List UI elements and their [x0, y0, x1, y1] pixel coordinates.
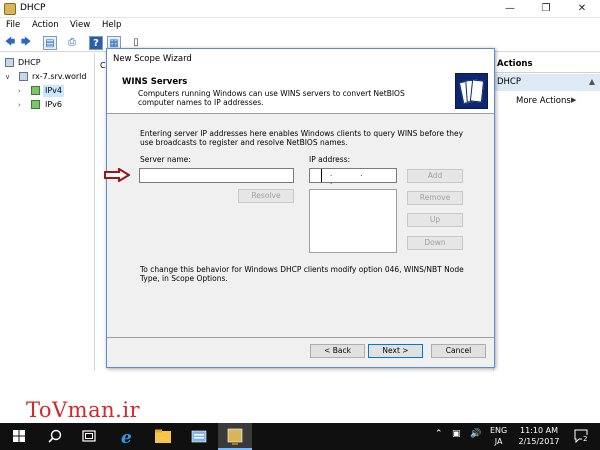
- menu-file[interactable]: File: [6, 20, 20, 30]
- wins-server-list[interactable]: [309, 189, 397, 253]
- ip-address-input[interactable]: . . .: [309, 168, 397, 186]
- back-arrow-icon[interactable]: 🡄: [3, 36, 17, 50]
- actions-section-dhcp[interactable]: DHCP ▲: [494, 74, 600, 91]
- network-icon[interactable]: ▣: [452, 429, 461, 439]
- ipv4-icon: [31, 86, 40, 95]
- wizard-header: WINS Servers Computers running Windows c…: [107, 70, 494, 114]
- text-cursor: [321, 169, 322, 182]
- cancel-button[interactable]: Cancel: [431, 344, 486, 358]
- internet-explorer-icon: e: [121, 428, 132, 448]
- server-manager-icon: [191, 430, 207, 443]
- input-method-indicator[interactable]: ENG JA: [490, 425, 507, 447]
- server-name-input[interactable]: [139, 168, 294, 183]
- server-name-label: Server name:: [140, 155, 191, 164]
- wizard-separator: [107, 337, 494, 338]
- chevron-right-icon[interactable]: ›: [18, 85, 26, 97]
- taskbar-dhcp[interactable]: [218, 423, 252, 450]
- up-button[interactable]: Up: [407, 213, 463, 227]
- start-button[interactable]: [2, 423, 36, 450]
- actions-header: Actions: [494, 55, 600, 73]
- window-title: DHCP: [20, 3, 46, 13]
- show-hidden-icons-icon[interactable]: ⌃: [435, 429, 443, 439]
- wizard-logo-icon: [455, 73, 488, 109]
- back-button[interactable]: < Back: [310, 344, 365, 358]
- console-tree: DHCP ∨ rx-7.srv.world › IPv4 › IPv6: [0, 53, 95, 371]
- menu-view[interactable]: View: [70, 20, 90, 30]
- server-icon: [19, 72, 28, 81]
- wizard-title: New Scope Wizard: [113, 54, 192, 64]
- details-header: C: [100, 61, 106, 70]
- dhcp-taskbar-icon: [227, 428, 243, 445]
- close-button[interactable]: ✕: [564, 0, 600, 18]
- next-button[interactable]: Next >: [368, 344, 423, 358]
- red-arrow-annotation-icon: [104, 168, 130, 182]
- console-tree-icon[interactable]: ▤: [43, 36, 57, 50]
- task-view-icon: [82, 430, 96, 442]
- wizard-note: To change this behavior for Windows DHCP…: [140, 265, 464, 283]
- ip-address-label: IP address:: [309, 155, 351, 164]
- new-scope-wizard: New Scope Wizard WINS Servers Computers …: [106, 48, 495, 368]
- help-icon[interactable]: ?: [89, 36, 103, 50]
- remove-button[interactable]: Remove: [407, 191, 463, 205]
- ipv6-icon: [31, 100, 40, 109]
- down-button[interactable]: Down: [407, 236, 463, 250]
- wizard-subheading: Computers running Windows can use WINS s…: [138, 89, 405, 107]
- maximize-button[interactable]: ❐: [528, 0, 564, 18]
- wizard-title-bar: New Scope Wizard: [107, 49, 494, 70]
- dhcp-icon: [5, 58, 14, 67]
- taskbar-server-manager[interactable]: [182, 423, 216, 450]
- menu-help[interactable]: Help: [102, 20, 121, 30]
- volume-icon[interactable]: 🔊: [470, 429, 481, 439]
- actions-pane: Actions DHCP ▲ More Actions ▶: [493, 55, 600, 371]
- wizard-intro: Entering server IP addresses here enable…: [140, 129, 464, 147]
- folder-icon: [155, 429, 171, 443]
- search-icon: [48, 429, 62, 443]
- chevron-down-icon[interactable]: ∨: [5, 71, 13, 83]
- taskbar: e ⌃ ▣ 🔊 ENG JA 11:10 AM 2/15/2017 2: [0, 423, 600, 450]
- system-clock[interactable]: 11:10 AM 2/15/2017: [514, 425, 564, 447]
- notification-count: 2: [582, 435, 589, 443]
- resolve-button[interactable]: Resolve: [238, 189, 294, 203]
- taskbar-file-explorer[interactable]: [146, 423, 180, 450]
- windows-logo-icon: [13, 430, 25, 442]
- action-center-button[interactable]: 2: [574, 429, 589, 444]
- dhcp-app-icon: [4, 3, 16, 15]
- forward-arrow-icon[interactable]: 🡆: [19, 36, 33, 50]
- more-actions-item[interactable]: More Actions ▶: [516, 96, 576, 106]
- title-bar: DHCP — ❐ ✕: [0, 0, 600, 18]
- submenu-arrow-icon: ▶: [571, 96, 577, 104]
- add-button[interactable]: Add: [407, 169, 463, 183]
- taskbar-internet-explorer[interactable]: e: [110, 423, 144, 450]
- search-button[interactable]: [38, 423, 72, 450]
- task-view-button[interactable]: [72, 423, 106, 450]
- svg-text:e: e: [121, 428, 132, 448]
- chevron-right-icon[interactable]: ›: [18, 99, 26, 111]
- menu-bar: File Action View Help: [0, 18, 600, 34]
- export-list-icon[interactable]: ⎙: [65, 36, 79, 50]
- menu-action[interactable]: Action: [32, 20, 59, 30]
- minimize-button[interactable]: —: [492, 0, 528, 18]
- watermark: ToVman.ir: [26, 398, 141, 422]
- wizard-heading: WINS Servers: [122, 77, 188, 87]
- collapse-up-icon: ▲: [588, 77, 595, 86]
